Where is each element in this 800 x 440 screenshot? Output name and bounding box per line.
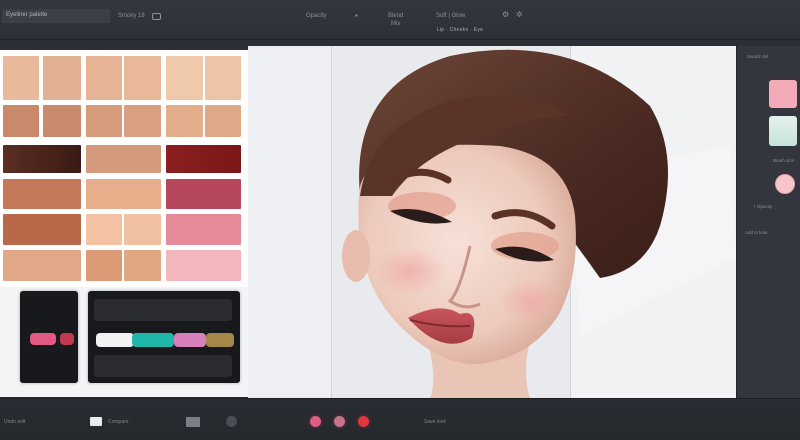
swatch[interactable] <box>124 250 161 281</box>
settings-icon[interactable]: ✲ <box>516 11 523 19</box>
ear <box>342 230 370 282</box>
swatch[interactable] <box>166 214 241 245</box>
swatch[interactable] <box>166 105 203 137</box>
toolbar-item-smoky[interactable]: Smoky 18 <box>118 13 145 19</box>
swatch[interactable] <box>124 105 161 137</box>
blur-block <box>94 355 232 377</box>
swatch[interactable] <box>86 214 122 245</box>
shade-mixer[interactable] <box>88 291 240 383</box>
gear-icon[interactable]: ⚙ <box>502 11 509 19</box>
swatch[interactable] <box>86 250 122 281</box>
inspector-title: Swatch list <box>747 54 769 59</box>
right-blush <box>500 279 560 323</box>
inspector-panel: Swatch list Brush size + Opacity Add to … <box>736 46 800 398</box>
swatch[interactable] <box>166 56 203 100</box>
add-look-label[interactable]: Add to look <box>745 230 768 235</box>
left-blush <box>374 247 446 295</box>
canvas-header: Lip · Cheeks · Eye <box>436 27 484 33</box>
record-icon[interactable] <box>310 416 321 427</box>
blur-block <box>94 299 232 321</box>
size-label: Brush size <box>773 158 795 163</box>
swatch[interactable] <box>205 105 241 137</box>
frame-icon[interactable] <box>90 417 102 426</box>
toolbar-item-soft-glow[interactable]: Soft | Glow <box>436 13 465 19</box>
undo-label[interactable]: Undo edit <box>4 419 25 425</box>
compare-icon[interactable] <box>226 416 237 427</box>
record-icon[interactable] <box>334 416 345 427</box>
mint-tile[interactable] <box>769 116 797 146</box>
swatch-palette <box>0 50 248 287</box>
save-label[interactable]: Save look <box>424 419 446 425</box>
swatch[interactable] <box>166 179 241 209</box>
swatch[interactable] <box>86 145 161 173</box>
toolbar-item-opacity[interactable]: Opacity <box>306 13 326 19</box>
swatch[interactable] <box>43 56 81 100</box>
swatch[interactable] <box>86 105 122 137</box>
color-dot[interactable] <box>775 174 795 194</box>
swatch[interactable] <box>86 56 122 100</box>
swatch[interactable] <box>3 250 81 281</box>
swatch[interactable] <box>166 145 241 173</box>
blush-tile[interactable] <box>769 80 797 108</box>
swatch[interactable] <box>3 56 39 100</box>
toggle-icon[interactable] <box>152 13 161 20</box>
canvas-side-panel <box>248 46 332 398</box>
swatch[interactable] <box>3 214 81 245</box>
swatch[interactable] <box>124 214 161 245</box>
face-preview[interactable] <box>330 46 736 398</box>
compare-label[interactable]: Compare <box>108 419 129 425</box>
swatch[interactable] <box>43 105 81 137</box>
lip-pill <box>30 333 56 345</box>
swatch[interactable] <box>86 179 161 209</box>
swatch[interactable] <box>124 56 161 100</box>
toolbar-item-blend[interactable]: Blend <box>388 13 403 19</box>
record-icon[interactable] <box>358 416 369 427</box>
mix-pill-teal <box>132 333 174 347</box>
mix-pill-pink <box>174 333 206 347</box>
swatch[interactable] <box>166 250 241 281</box>
swatch[interactable] <box>3 145 81 173</box>
search-input[interactable]: Eyeliner palette <box>2 9 110 23</box>
grid-icon[interactable]: ▪ <box>355 12 358 20</box>
swatch[interactable] <box>3 179 81 209</box>
lip-color-chip[interactable] <box>20 291 78 383</box>
opacity-label: + Opacity <box>753 204 773 209</box>
bottom-toolbar: Undo edit Compare Save look <box>0 398 800 440</box>
swatch[interactable] <box>3 105 39 137</box>
top-toolbar: Eyeliner palette Smoky 18 Opacity ▪ Blen… <box>0 0 800 40</box>
color-mixer-panel <box>0 287 248 397</box>
grid-icon[interactable] <box>186 417 200 427</box>
lip-pill-dark <box>60 333 74 345</box>
mix-pill-white <box>96 333 134 347</box>
mix-pill-gold <box>206 333 234 347</box>
swatch[interactable] <box>205 56 241 100</box>
